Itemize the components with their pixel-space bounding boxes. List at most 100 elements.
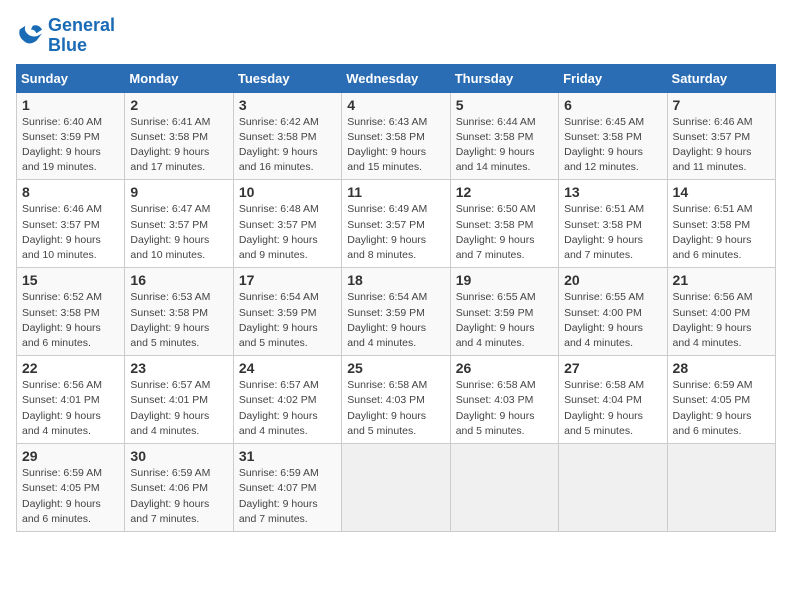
day-number: 8 [22,184,119,200]
day-detail: Sunrise: 6:58 AMSunset: 4:04 PMDaylight:… [564,379,644,437]
calendar-cell: 9 Sunrise: 6:47 AMSunset: 3:57 PMDayligh… [125,180,233,268]
day-number: 22 [22,360,119,376]
calendar-cell: 22 Sunrise: 6:56 AMSunset: 4:01 PMDaylig… [17,356,125,444]
day-header-sunday: Sunday [17,64,125,92]
day-detail: Sunrise: 6:59 AMSunset: 4:06 PMDaylight:… [130,467,210,525]
day-detail: Sunrise: 6:41 AMSunset: 3:58 PMDaylight:… [130,116,210,174]
day-number: 23 [130,360,227,376]
calendar-cell: 19 Sunrise: 6:55 AMSunset: 3:59 PMDaylig… [450,268,558,356]
day-detail: Sunrise: 6:45 AMSunset: 3:58 PMDaylight:… [564,116,644,174]
calendar-cell: 16 Sunrise: 6:53 AMSunset: 3:58 PMDaylig… [125,268,233,356]
day-detail: Sunrise: 6:51 AMSunset: 3:58 PMDaylight:… [564,203,644,261]
day-detail: Sunrise: 6:47 AMSunset: 3:57 PMDaylight:… [130,203,210,261]
calendar-cell [559,444,667,532]
day-detail: Sunrise: 6:46 AMSunset: 3:57 PMDaylight:… [673,116,753,174]
calendar-cell: 26 Sunrise: 6:58 AMSunset: 4:03 PMDaylig… [450,356,558,444]
day-number: 12 [456,184,553,200]
day-detail: Sunrise: 6:51 AMSunset: 3:58 PMDaylight:… [673,203,753,261]
day-detail: Sunrise: 6:59 AMSunset: 4:05 PMDaylight:… [22,467,102,525]
day-detail: Sunrise: 6:57 AMSunset: 4:01 PMDaylight:… [130,379,210,437]
day-detail: Sunrise: 6:42 AMSunset: 3:58 PMDaylight:… [239,116,319,174]
calendar-cell: 18 Sunrise: 6:54 AMSunset: 3:59 PMDaylig… [342,268,450,356]
calendar-cell: 4 Sunrise: 6:43 AMSunset: 3:58 PMDayligh… [342,92,450,180]
calendar-cell: 12 Sunrise: 6:50 AMSunset: 3:58 PMDaylig… [450,180,558,268]
calendar-cell: 14 Sunrise: 6:51 AMSunset: 3:58 PMDaylig… [667,180,775,268]
day-detail: Sunrise: 6:57 AMSunset: 4:02 PMDaylight:… [239,379,319,437]
day-detail: Sunrise: 6:49 AMSunset: 3:57 PMDaylight:… [347,203,427,261]
day-number: 3 [239,97,336,113]
day-detail: Sunrise: 6:52 AMSunset: 3:58 PMDaylight:… [22,291,102,349]
day-detail: Sunrise: 6:50 AMSunset: 3:58 PMDaylight:… [456,203,536,261]
day-number: 31 [239,448,336,464]
day-number: 25 [347,360,444,376]
logo-text-line1: General [48,15,115,35]
calendar-cell: 6 Sunrise: 6:45 AMSunset: 3:58 PMDayligh… [559,92,667,180]
day-number: 7 [673,97,770,113]
day-number: 1 [22,97,119,113]
calendar-table: SundayMondayTuesdayWednesdayThursdayFrid… [16,64,776,532]
day-detail: Sunrise: 6:59 AMSunset: 4:05 PMDaylight:… [673,379,753,437]
calendar-cell: 23 Sunrise: 6:57 AMSunset: 4:01 PMDaylig… [125,356,233,444]
calendar-week-4: 22 Sunrise: 6:56 AMSunset: 4:01 PMDaylig… [17,356,776,444]
calendar-cell: 20 Sunrise: 6:55 AMSunset: 4:00 PMDaylig… [559,268,667,356]
calendar-cell: 11 Sunrise: 6:49 AMSunset: 3:57 PMDaylig… [342,180,450,268]
calendar-week-5: 29 Sunrise: 6:59 AMSunset: 4:05 PMDaylig… [17,444,776,532]
day-detail: Sunrise: 6:48 AMSunset: 3:57 PMDaylight:… [239,203,319,261]
calendar-cell: 31 Sunrise: 6:59 AMSunset: 4:07 PMDaylig… [233,444,341,532]
day-number: 29 [22,448,119,464]
day-number: 13 [564,184,661,200]
calendar-cell: 2 Sunrise: 6:41 AMSunset: 3:58 PMDayligh… [125,92,233,180]
day-detail: Sunrise: 6:40 AMSunset: 3:59 PMDaylight:… [22,116,102,174]
calendar-cell: 24 Sunrise: 6:57 AMSunset: 4:02 PMDaylig… [233,356,341,444]
day-header-thursday: Thursday [450,64,558,92]
day-detail: Sunrise: 6:54 AMSunset: 3:59 PMDaylight:… [347,291,427,349]
day-detail: Sunrise: 6:59 AMSunset: 4:07 PMDaylight:… [239,467,319,525]
day-number: 26 [456,360,553,376]
day-detail: Sunrise: 6:44 AMSunset: 3:58 PMDaylight:… [456,116,536,174]
day-detail: Sunrise: 6:43 AMSunset: 3:58 PMDaylight:… [347,116,427,174]
calendar-cell: 5 Sunrise: 6:44 AMSunset: 3:58 PMDayligh… [450,92,558,180]
calendar-cell: 8 Sunrise: 6:46 AMSunset: 3:57 PMDayligh… [17,180,125,268]
calendar-cell: 27 Sunrise: 6:58 AMSunset: 4:04 PMDaylig… [559,356,667,444]
day-number: 15 [22,272,119,288]
day-detail: Sunrise: 6:56 AMSunset: 4:00 PMDaylight:… [673,291,753,349]
day-detail: Sunrise: 6:55 AMSunset: 4:00 PMDaylight:… [564,291,644,349]
day-number: 16 [130,272,227,288]
day-number: 6 [564,97,661,113]
day-number: 20 [564,272,661,288]
calendar-cell [667,444,775,532]
calendar-cell: 17 Sunrise: 6:54 AMSunset: 3:59 PMDaylig… [233,268,341,356]
day-number: 9 [130,184,227,200]
day-number: 18 [347,272,444,288]
page-header: General Blue [16,16,776,56]
day-number: 28 [673,360,770,376]
calendar-cell [450,444,558,532]
calendar-week-3: 15 Sunrise: 6:52 AMSunset: 3:58 PMDaylig… [17,268,776,356]
day-detail: Sunrise: 6:56 AMSunset: 4:01 PMDaylight:… [22,379,102,437]
calendar-cell: 21 Sunrise: 6:56 AMSunset: 4:00 PMDaylig… [667,268,775,356]
day-number: 14 [673,184,770,200]
logo-text-line2: Blue [48,35,87,55]
day-number: 21 [673,272,770,288]
calendar-cell: 10 Sunrise: 6:48 AMSunset: 3:57 PMDaylig… [233,180,341,268]
calendar-cell [342,444,450,532]
calendar-cell: 1 Sunrise: 6:40 AMSunset: 3:59 PMDayligh… [17,92,125,180]
day-number: 30 [130,448,227,464]
day-detail: Sunrise: 6:55 AMSunset: 3:59 PMDaylight:… [456,291,536,349]
day-header-wednesday: Wednesday [342,64,450,92]
day-number: 10 [239,184,336,200]
day-number: 5 [456,97,553,113]
calendar-cell: 25 Sunrise: 6:58 AMSunset: 4:03 PMDaylig… [342,356,450,444]
day-header-monday: Monday [125,64,233,92]
day-number: 2 [130,97,227,113]
calendar-week-1: 1 Sunrise: 6:40 AMSunset: 3:59 PMDayligh… [17,92,776,180]
calendar-cell: 13 Sunrise: 6:51 AMSunset: 3:58 PMDaylig… [559,180,667,268]
day-number: 4 [347,97,444,113]
calendar-cell: 7 Sunrise: 6:46 AMSunset: 3:57 PMDayligh… [667,92,775,180]
day-header-saturday: Saturday [667,64,775,92]
day-detail: Sunrise: 6:58 AMSunset: 4:03 PMDaylight:… [456,379,536,437]
day-header-tuesday: Tuesday [233,64,341,92]
day-number: 19 [456,272,553,288]
day-number: 24 [239,360,336,376]
day-detail: Sunrise: 6:54 AMSunset: 3:59 PMDaylight:… [239,291,319,349]
